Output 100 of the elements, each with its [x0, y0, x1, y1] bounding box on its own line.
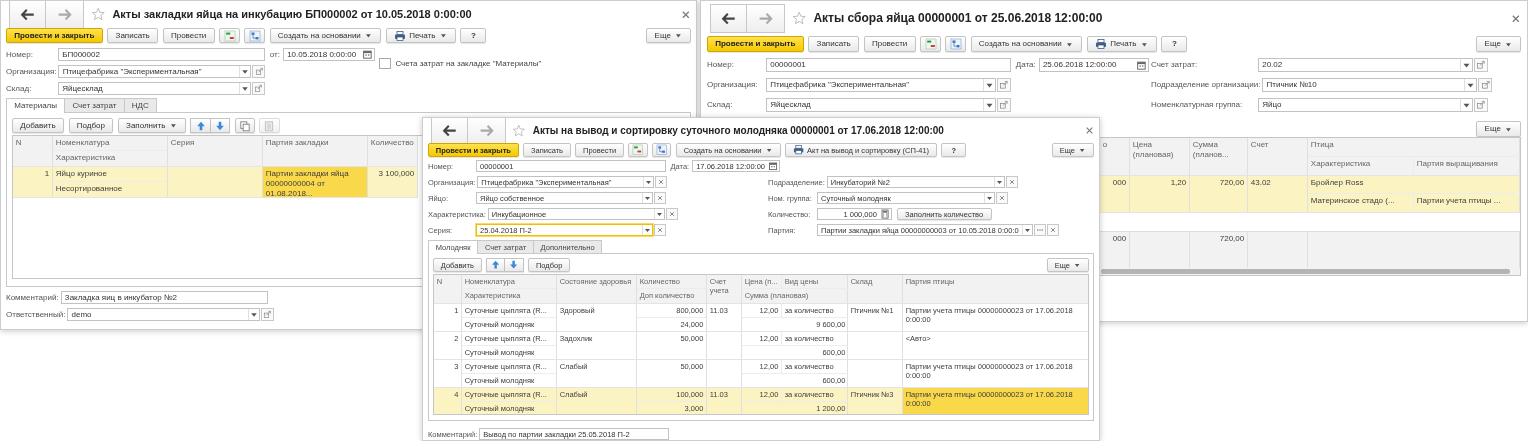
caret-icon [674, 31, 683, 40]
scrollbar[interactable] [1100, 268, 1520, 275]
toolbar-button[interactable]: Добавить [12, 118, 64, 133]
clear-button[interactable] [996, 192, 1008, 204]
select-field[interactable]: Птицефабрика "Экспериментальная" [766, 78, 996, 92]
hierarchy-icon [949, 38, 962, 50]
dropdown-button[interactable]: Заполнить [117, 118, 186, 133]
structure-button[interactable] [945, 36, 966, 52]
column-header: Сумма (планов... [1191, 139, 1230, 161]
text-field[interactable]: БП000002 [58, 48, 265, 61]
dropdown-button[interactable]: Создать на основании [970, 36, 1082, 52]
caret-icon [438, 31, 448, 40]
text-field[interactable]: 00000001 [766, 58, 1011, 72]
caret-icon[interactable] [983, 99, 995, 111]
date-field[interactable]: 25.06.2018 12:00:00 [1038, 58, 1149, 72]
close-icon[interactable] [1085, 126, 1094, 135]
caret-icon[interactable] [984, 193, 994, 203]
clear-button[interactable] [654, 224, 666, 236]
tab[interactable]: Материалы [6, 98, 66, 113]
caret-icon[interactable] [642, 225, 652, 235]
toolbar-button[interactable]: Подбор [68, 118, 114, 133]
print-button[interactable]: Печать [1086, 36, 1157, 52]
up-arrow-icon [490, 259, 502, 271]
clear-button[interactable] [654, 192, 666, 204]
field-label: Организация: [6, 66, 58, 77]
more-button[interactable]: Еще [1476, 36, 1521, 52]
star-icon[interactable] [90, 7, 106, 22]
primary-button[interactable]: Провести и закрыть [707, 36, 804, 52]
clear-button[interactable] [1005, 176, 1018, 188]
more-button[interactable]: Еще [646, 28, 691, 43]
calendar-icon[interactable] [1135, 59, 1147, 71]
more-button[interactable]: Еще [1476, 121, 1521, 137]
select-field[interactable]: demo [67, 308, 261, 321]
caret-icon[interactable] [1460, 99, 1472, 111]
calendar-icon[interactable] [768, 160, 779, 172]
field-label: Номер: [707, 60, 735, 70]
toolbar-button[interactable]: Провести [162, 28, 215, 43]
back-button[interactable] [710, 3, 748, 34]
tab[interactable]: Счет затрат [64, 98, 125, 112]
clear-button[interactable] [1046, 224, 1059, 236]
dropdown-button[interactable]: Создать на основании [269, 28, 381, 43]
clear-button[interactable] [655, 176, 668, 188]
table-cell: Яйцо куриное [53, 167, 167, 182]
open-icon [1480, 80, 1491, 90]
close-icon[interactable] [681, 9, 691, 20]
move-up-button[interactable] [486, 258, 506, 272]
select-field[interactable]: Яйцесклад [58, 82, 251, 95]
toolbar-button[interactable]: Провести [863, 36, 916, 52]
tab[interactable]: НДС [123, 98, 157, 112]
move-up-button[interactable] [190, 118, 211, 133]
clear-icon [998, 194, 1006, 202]
open-icon [999, 100, 1009, 110]
help-button[interactable]: ? [1161, 36, 1188, 52]
text-field[interactable]: Закладка яиц в инкубатор №2 [60, 291, 268, 304]
clear-icon [667, 210, 676, 218]
star-icon[interactable] [791, 11, 807, 26]
toolbar-button[interactable]: Записать [808, 36, 859, 52]
debit-credit-button[interactable] [219, 28, 240, 43]
caret-icon[interactable] [1460, 59, 1472, 71]
copy-button[interactable] [234, 118, 256, 133]
structure-button[interactable] [652, 143, 672, 157]
caret-icon[interactable] [642, 193, 652, 203]
field-label: Склад: [707, 100, 734, 110]
caret-icon[interactable] [993, 177, 1004, 187]
back-button[interactable] [431, 118, 469, 146]
checkbox[interactable] [379, 57, 391, 70]
calculator-icon[interactable] [879, 208, 890, 220]
help-button[interactable]: ? [460, 28, 487, 43]
close-icon[interactable] [1511, 13, 1521, 24]
select-field[interactable]: Яйцо [1258, 98, 1473, 112]
table-row[interactable]: 1 Яйцо куриное Несортированное Партии закладки яйца 00000000004 от 01.08.2018... 3 100,000 [13, 167, 418, 198]
field-label: Организация: [707, 80, 759, 90]
back-button[interactable] [9, 1, 47, 30]
calendar-icon[interactable] [362, 49, 373, 60]
toolbar-button[interactable]: Записать [107, 28, 158, 43]
open-icon [254, 67, 264, 76]
caret-icon[interactable] [239, 83, 250, 94]
open-button[interactable] [252, 82, 265, 95]
move-down-button[interactable] [505, 258, 524, 272]
caret-icon[interactable] [983, 79, 995, 91]
print-button[interactable]: Печать [385, 28, 456, 43]
open-button[interactable] [252, 65, 266, 78]
caret-icon[interactable] [653, 209, 664, 219]
star-icon[interactable] [512, 123, 526, 138]
date-field[interactable]: 10.05.2018 0:00:00 [282, 48, 375, 61]
caret-icon[interactable] [248, 309, 260, 320]
select-field[interactable]: Птичник №10 [1262, 78, 1478, 92]
select-field[interactable]: Яйцесклад [766, 98, 996, 112]
caret-icon[interactable] [1021, 225, 1032, 235]
caret-icon[interactable] [239, 66, 251, 77]
table-row[interactable]: 000 1,20 720,00 43.02 Бройлер Ross Материнское стадо (... Партии учета птицы ... [1100, 176, 1520, 213]
select-field[interactable]: 20.02 [1258, 58, 1473, 72]
column-header: Партия закладки [264, 137, 330, 150]
open-button[interactable] [261, 308, 275, 321]
primary-button[interactable]: Провести и закрыть [6, 28, 103, 43]
debit-credit-button[interactable] [920, 36, 941, 52]
select-field[interactable]: Птицефабрика "Экспериментальная" [58, 65, 252, 78]
clear-button[interactable] [665, 208, 678, 220]
debit-credit-button[interactable] [628, 143, 648, 157]
structure-button[interactable] [244, 28, 265, 43]
